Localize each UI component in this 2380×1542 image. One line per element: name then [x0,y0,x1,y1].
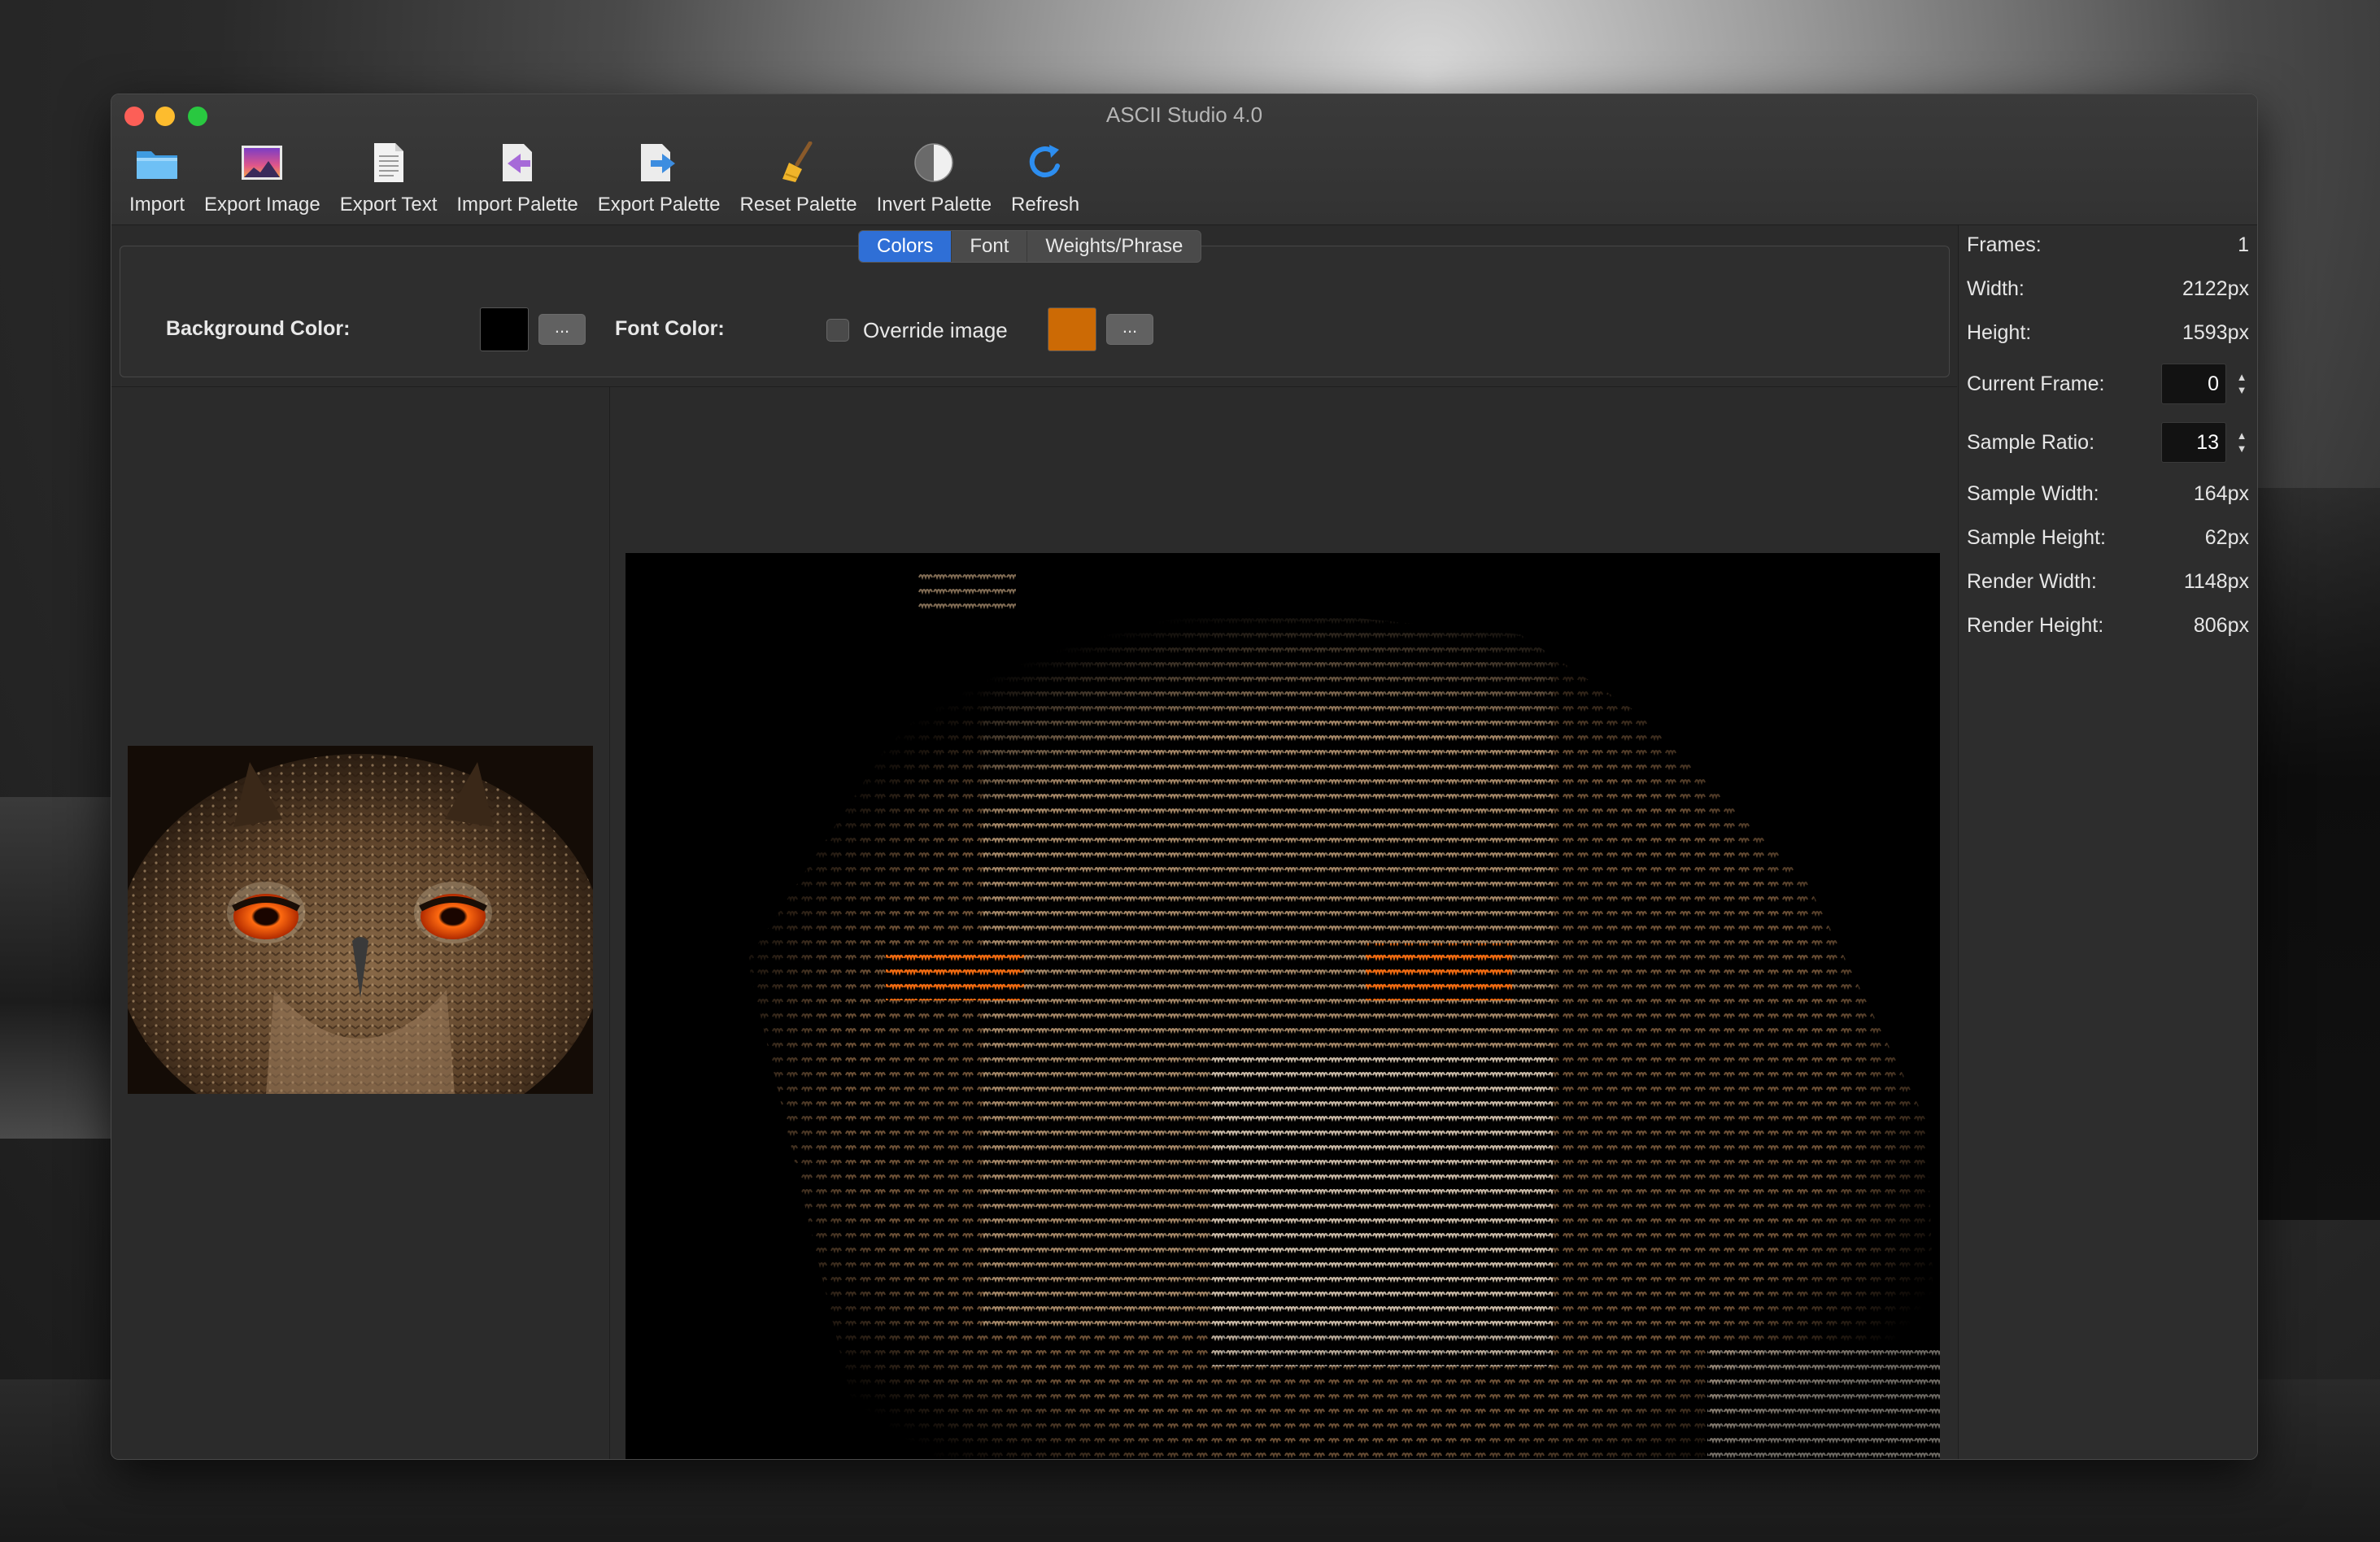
window-title: ASCII Studio 4.0 [1105,102,1263,127]
current-frame-stepper: 0 ▲ ▼ [2161,364,2249,404]
override-image-label[interactable]: Override image [863,318,1008,343]
export-palette-button[interactable]: Export Palette [588,135,730,216]
main-pane: Background Color: ... Font Color: Overri… [111,225,1957,1459]
current-frame-label: Current Frame: [1967,372,2105,395]
sample-height-row: Sample Height: 62px [1967,526,2249,550]
frames-row: Frames: 1 [1967,233,2249,257]
desktop-hill [0,797,114,1139]
half-circle-icon [911,140,957,185]
tab-weights-phrase[interactable]: Weights/Phrase [1027,231,1201,262]
import-label: Import [129,194,185,216]
title-bar: ASCII Studio 4.0 Import Export Image Exp… [111,94,2257,225]
render-width-value: 1148px [2183,570,2249,593]
ascii-render-preview [626,553,1940,1459]
sample-ratio-arrows-icon[interactable]: ▲ ▼ [2234,429,2249,455]
reset-palette-button[interactable]: Reset Palette [730,135,867,216]
render-height-value: 806px [2193,614,2249,637]
sample-ratio-row: Sample Ratio: 13 ▲ ▼ [1967,422,2249,463]
import-palette-icon [495,140,540,185]
sample-width-label: Sample Width: [1967,482,2099,505]
app-window: ASCII Studio 4.0 Import Export Image Exp… [111,94,2258,1460]
properties-panel: Frames: 1 Width: 2122px Height: 1593px C… [1958,225,2257,1459]
divider-vertical [609,386,610,1459]
height-row: Height: 1593px [1967,321,2249,345]
invert-palette-button[interactable]: Invert Palette [867,135,1001,216]
height-label: Height: [1967,321,2032,344]
content-area: Background Color: ... Font Color: Overri… [111,225,2257,1459]
document-icon [366,140,412,185]
image-icon [239,140,285,185]
width-value: 2122px [2182,277,2249,300]
background-color-picker-button[interactable]: ... [538,314,586,345]
current-frame-field[interactable]: 0 [2161,364,2226,404]
render-height-label: Render Height: [1967,614,2104,637]
override-image-checkbox[interactable] [826,319,849,342]
sample-width-value: 164px [2193,482,2249,505]
export-image-label: Export Image [204,194,320,216]
frames-label: Frames: [1967,233,2042,256]
tab-control: Colors Font Weights/Phrase [858,230,1202,263]
export-text-button[interactable]: Export Text [330,135,447,216]
font-color-swatch[interactable] [1048,307,1096,351]
import-palette-button[interactable]: Import Palette [447,135,587,216]
font-color-label: Font Color: [615,317,725,340]
sample-ratio-field[interactable]: 13 [2161,422,2226,463]
background-color-swatch[interactable] [480,307,529,351]
sample-ratio-label: Sample Ratio: [1967,430,2095,454]
height-value: 1593px [2182,321,2249,344]
reset-palette-label: Reset Palette [739,194,857,216]
sample-height-value: 62px [2204,526,2249,549]
refresh-icon [1022,140,1068,185]
sample-width-row: Sample Width: 164px [1967,482,2249,506]
import-button[interactable]: Import [120,135,194,216]
render-width-label: Render Width: [1967,570,2097,593]
divider-horizontal [111,386,1957,387]
frames-value: 1 [2238,233,2249,256]
refresh-button[interactable]: Refresh [1001,135,1089,216]
export-palette-icon [636,140,682,185]
refresh-label: Refresh [1011,194,1080,216]
sample-ratio-stepper: 13 ▲ ▼ [2161,422,2249,463]
export-image-button[interactable]: Export Image [194,135,330,216]
tab-font[interactable]: Font [952,231,1028,262]
toolbar: Import Export Image Export Text Import P… [120,135,1089,216]
desktop-trees [2242,488,2380,1220]
render-width-row: Render Width: 1148px [1967,570,2249,594]
background-color-label: Background Color: [166,317,351,340]
sample-height-label: Sample Height: [1967,526,2106,549]
font-color-picker-button[interactable]: ... [1106,314,1153,345]
source-image-preview [128,746,593,1094]
width-label: Width: [1967,277,2025,300]
settings-tab-box: Background Color: ... Font Color: Overri… [120,246,1950,377]
folder-icon [134,140,180,185]
width-row: Width: 2122px [1967,277,2249,301]
current-frame-row: Current Frame: 0 ▲ ▼ [1967,364,2249,404]
tab-colors[interactable]: Colors [859,231,952,262]
invert-palette-label: Invert Palette [876,194,992,216]
broom-icon [776,140,822,185]
current-frame-arrows-icon[interactable]: ▲ ▼ [2234,371,2249,397]
export-text-label: Export Text [339,194,438,216]
import-palette-label: Import Palette [456,194,578,216]
export-palette-label: Export Palette [597,194,721,216]
render-height-row: Render Height: 806px [1967,614,2249,638]
